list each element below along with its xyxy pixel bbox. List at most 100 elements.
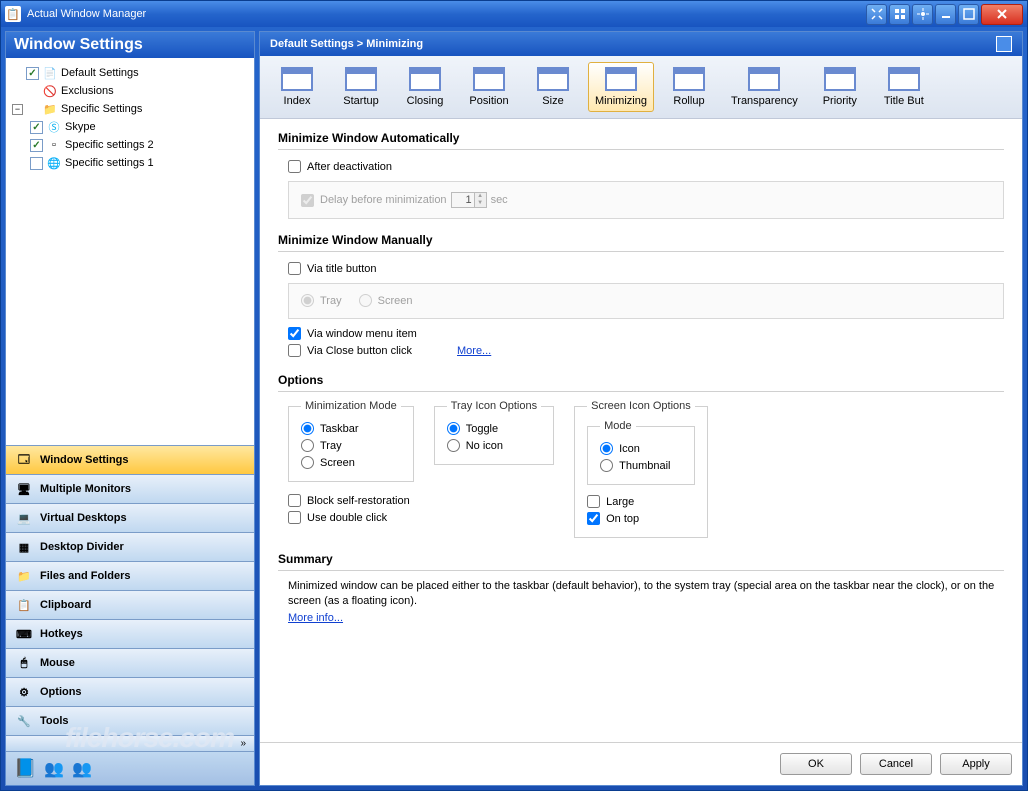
cancel-button[interactable]: Cancel (860, 753, 932, 775)
tools-icon: 🔧 (14, 712, 34, 730)
nav-virtual-desktops[interactable]: 💻Virtual Desktops (6, 504, 254, 533)
checkbox[interactable] (30, 157, 43, 170)
window-icon: ▫ (46, 137, 62, 153)
main-header: Default Settings > Minimizing (260, 32, 1022, 56)
tree-exclusions[interactable]: 🚫 Exclusions (10, 82, 250, 100)
detach-icon[interactable] (996, 36, 1012, 52)
maximize-button[interactable] (958, 4, 979, 25)
check-use-dbl[interactable]: Use double click (288, 509, 414, 526)
divider (278, 391, 1004, 392)
tab-startup[interactable]: Startup (332, 62, 390, 112)
more-info-link[interactable]: More info... (288, 612, 343, 624)
nav-clipboard[interactable]: 📋Clipboard (6, 591, 254, 620)
nav-window-settings[interactable]: 🗔Window Settings (6, 446, 254, 475)
nav-tools[interactable]: 🔧Tools (6, 707, 254, 736)
minimizing-icon (605, 67, 637, 91)
divider (278, 570, 1004, 571)
close-button[interactable] (981, 4, 1023, 25)
tab-transparency[interactable]: Transparency (724, 62, 805, 112)
sidebar-header: Window Settings (6, 32, 254, 58)
desktop-icon: 💻 (14, 509, 34, 527)
content-area: Minimize Window Automatically After deac… (260, 119, 1022, 742)
radio-icon[interactable]: Icon (600, 440, 682, 457)
delay-spinner: ▲▼ (451, 192, 487, 208)
summary-text: Minimized window can be placed either to… (288, 579, 1004, 610)
section-title: Minimize Window Automatically (278, 131, 1004, 145)
tree-item-skype[interactable]: Ⓢ Skype (28, 118, 250, 136)
check-via-close[interactable] (288, 344, 301, 357)
check-block-self[interactable]: Block self-restoration (288, 492, 414, 509)
nav-files-folders[interactable]: 📁Files and Folders (6, 562, 254, 591)
radio-taskbar[interactable]: Taskbar (301, 420, 401, 437)
grid-button[interactable] (889, 4, 910, 25)
chrome-icon: 🌐 (46, 155, 62, 171)
export-icon[interactable]: 👥 (72, 759, 92, 779)
nav-sections: 🗔Window Settings 🖥Multiple Monitors 💻Vir… (6, 445, 254, 751)
skype-icon: Ⓢ (46, 119, 62, 135)
app-window: 📋 Actual Window Manager Window Settings … (0, 0, 1028, 791)
checkbox[interactable] (30, 139, 43, 152)
minimize-button[interactable] (935, 4, 956, 25)
check-after-deactivation[interactable]: After deactivation (288, 158, 1004, 175)
check-via-title[interactable]: Via title button (288, 260, 1004, 277)
nav-hotkeys[interactable]: ⌨Hotkeys (6, 620, 254, 649)
tab-priority[interactable]: Priority (811, 62, 869, 112)
radio-tray: Tray (301, 292, 342, 309)
check-large[interactable]: Large (587, 493, 695, 510)
row-via-close: Via Close button click More... (288, 342, 1004, 359)
snap-button[interactable] (912, 4, 933, 25)
radio-thumbnail[interactable]: Thumbnail (600, 457, 682, 474)
fieldset-min-mode: Minimization Mode Taskbar Tray Screen (288, 400, 414, 482)
settings-tree[interactable]: 📄 Default Settings 🚫 Exclusions − 📁 Spec… (6, 58, 254, 445)
checkbox[interactable] (26, 67, 39, 80)
clipboard-icon: 📋 (14, 596, 34, 614)
collapse-icon[interactable]: − (12, 104, 23, 115)
checkbox[interactable] (30, 121, 43, 134)
section-options: Options Minimization Mode Taskbar Tray S… (278, 373, 1004, 538)
tree-specific-settings[interactable]: − 📁 Specific Settings (10, 100, 250, 118)
document-icon: 📄 (42, 65, 58, 81)
gear-icon: ⚙ (14, 683, 34, 701)
apply-button[interactable]: Apply (940, 753, 1012, 775)
closing-icon (409, 67, 441, 91)
position-icon (473, 67, 505, 91)
tab-closing[interactable]: Closing (396, 62, 454, 112)
tab-position[interactable]: Position (460, 62, 518, 112)
check-delay: Delay before minimization ▲▼ sec (301, 190, 991, 210)
radio-tray[interactable]: Tray (301, 437, 401, 454)
tree-default-settings[interactable]: 📄 Default Settings (10, 64, 250, 82)
tab-rollup[interactable]: Rollup (660, 62, 718, 112)
check-via-menu[interactable]: Via window menu item (288, 325, 1004, 342)
check-on-top[interactable]: On top (587, 510, 695, 527)
tab-size[interactable]: Size (524, 62, 582, 112)
section-title: Summary (278, 552, 1004, 566)
folder-icon: 📁 (42, 101, 58, 117)
nav-mouse[interactable]: 🖱Mouse (6, 649, 254, 678)
radio-toggle[interactable]: Toggle (447, 420, 541, 437)
tree-item-specific-1[interactable]: 🌐 Specific settings 1 (28, 154, 250, 172)
nav-expand[interactable]: » (6, 736, 254, 751)
titlebar[interactable]: 📋 Actual Window Manager (1, 1, 1027, 27)
import-icon[interactable]: 👥 (44, 759, 64, 779)
divider-icon: ▦ (14, 538, 34, 556)
nav-multiple-monitors[interactable]: 🖥Multiple Monitors (6, 475, 254, 504)
tab-index[interactable]: Index (268, 62, 326, 112)
radio-no-icon[interactable]: No icon (447, 437, 541, 454)
sidebar: Window Settings 📄 Default Settings 🚫 Exc… (5, 31, 255, 786)
main-panel: Default Settings > Minimizing Index Star… (259, 31, 1023, 786)
tab-minimizing[interactable]: Minimizing (588, 62, 654, 112)
radio-screen: Screen (359, 292, 413, 309)
expand-button[interactable] (866, 4, 887, 25)
nav-options[interactable]: ⚙Options (6, 678, 254, 707)
tree-item-specific-2[interactable]: ▫ Specific settings 2 (28, 136, 250, 154)
help-icon[interactable]: 📘 (14, 758, 36, 779)
radio-screen[interactable]: Screen (301, 454, 401, 471)
nav-desktop-divider[interactable]: ▦Desktop Divider (6, 533, 254, 562)
tab-title-buttons[interactable]: Title But (875, 62, 933, 112)
exclusions-icon: 🚫 (42, 83, 58, 99)
delay-box: Delay before minimization ▲▼ sec (288, 181, 1004, 219)
section-manual: Minimize Window Manually Via title butto… (278, 233, 1004, 359)
transparency-icon (748, 67, 780, 91)
more-link[interactable]: More... (457, 345, 491, 357)
ok-button[interactable]: OK (780, 753, 852, 775)
